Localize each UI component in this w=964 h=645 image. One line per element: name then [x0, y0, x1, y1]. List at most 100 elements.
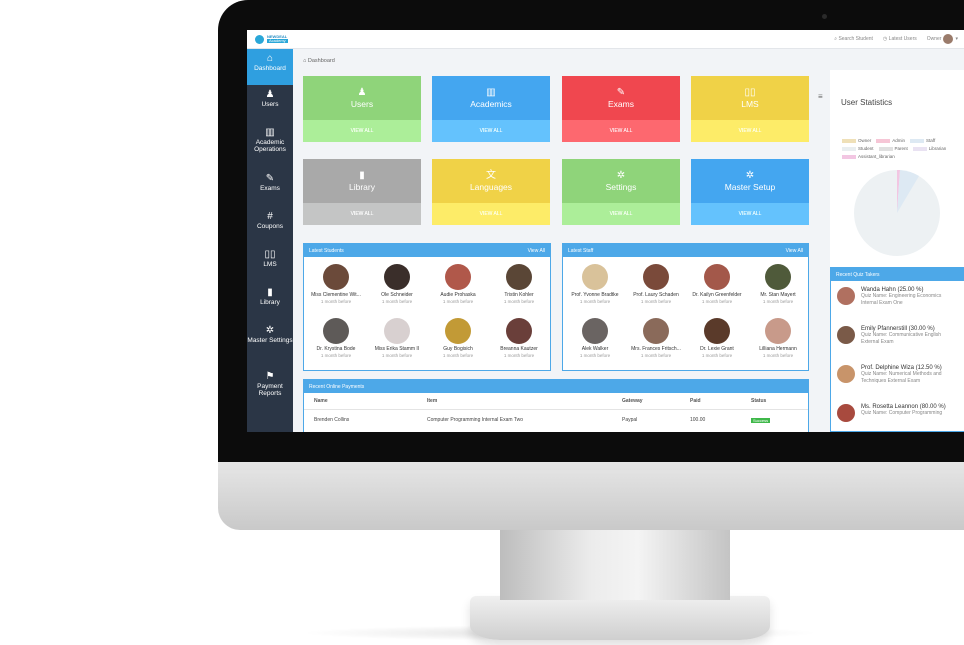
list-item[interactable]: Mr. Stan Mayert 1 month before — [748, 264, 808, 304]
latest-students-view-all[interactable]: View All — [528, 248, 545, 254]
tile-view-all-link[interactable]: VIEW ALL — [691, 120, 809, 142]
tile-view-all-link[interactable]: VIEW ALL — [432, 203, 550, 225]
tile-label: Languages — [469, 182, 513, 192]
person-name: Alek Walker — [581, 346, 609, 352]
quiz-name-line2: Internal Exam One — [861, 300, 903, 306]
tile-library[interactable]: ▮ Library VIEW ALL — [303, 159, 421, 225]
list-item[interactable]: Ms. Rosetta Leannon (80.00 %) Quiz Name: … — [831, 398, 964, 432]
gear-icon: ✲ — [616, 170, 626, 181]
latest-staff-view-all[interactable]: View All — [786, 248, 803, 254]
breadcrumb[interactable]: ⌂ Dashboard — [303, 58, 335, 64]
legend-item[interactable]: Parent — [878, 146, 908, 151]
person-time: 1 month before — [762, 299, 794, 304]
list-item[interactable]: Lilliana Hermann 1 month before — [748, 318, 808, 358]
person-name: Mrs. Frances Fritsch... — [631, 346, 681, 352]
tile-view-all-link[interactable]: VIEW ALL — [562, 203, 680, 225]
gears-icon: ✲ — [745, 170, 755, 181]
sidebar-item-lms[interactable]: ▯▯ LMS — [247, 245, 293, 283]
list-item[interactable]: Guy Bogisich 1 month before — [428, 318, 488, 358]
list-item[interactable]: Audie Prohaska 1 month before — [428, 264, 488, 304]
legend-item[interactable]: Librarian — [912, 146, 946, 151]
sidebar-item-library[interactable]: ▮ Library — [247, 283, 293, 321]
legend-item[interactable]: Student — [842, 146, 874, 151]
tile-settings[interactable]: ✲ Settings VIEW ALL — [562, 159, 680, 225]
tile-label: Exams — [608, 99, 634, 109]
tile-academics[interactable]: ▥ Academics VIEW ALL — [432, 76, 550, 142]
edit-icon: ✎ — [265, 173, 275, 184]
list-item[interactable]: Miss Clementine Wit... 1 month before — [306, 264, 366, 304]
avatar — [323, 264, 349, 290]
sidebar-item-label: Academic Operations — [254, 139, 286, 153]
tile-view-all-link[interactable]: VIEW ALL — [303, 120, 421, 142]
list-item[interactable]: Dr. Lexie Grant 1 month before — [687, 318, 747, 358]
tile-view-all-link[interactable]: VIEW ALL — [562, 120, 680, 142]
avatar — [837, 365, 855, 383]
legend-item[interactable]: Owner — [842, 138, 871, 143]
avatar — [506, 318, 532, 344]
sidebar-item-coupons[interactable]: # Coupons — [247, 207, 293, 245]
legend-swatch — [842, 138, 856, 143]
tile-languages[interactable]: 文 Languages VIEW ALL — [432, 159, 550, 225]
latest-students-title: Latest Students — [309, 247, 344, 254]
tile-lms[interactable]: ▯▯ LMS VIEW ALL — [691, 76, 809, 142]
sidebar-item-master-settings[interactable]: ✲ Master Settings — [247, 321, 293, 367]
sidebar-item-label: Exams — [260, 185, 280, 192]
chevron-down-icon: ▾ — [955, 36, 958, 42]
person-time: 1 month before — [762, 353, 794, 358]
tile-users[interactable]: ♟ Users VIEW ALL — [303, 76, 421, 142]
col-name: Name — [314, 398, 328, 404]
avatar — [837, 326, 855, 344]
menu-icon[interactable]: ≡ — [818, 92, 823, 101]
tile-label: Library — [349, 182, 375, 192]
avatar — [837, 404, 855, 422]
list-item[interactable]: Dr. Kailyn Greenfelder 1 month before — [687, 264, 747, 304]
breadcrumb-label: Dashboard — [307, 58, 335, 64]
tile-view-all-link[interactable]: VIEW ALL — [432, 120, 550, 142]
list-item[interactable]: Breanna Kautzer 1 month before — [489, 318, 549, 358]
person-name: Prof. Yvonne Bradtke — [571, 292, 619, 298]
user-menu[interactable]: Owner ▾ — [927, 34, 958, 44]
list-item[interactable]: Emily Pfannerstill (30.00 %) Quiz Name: C… — [831, 320, 964, 359]
sidebar-item-academic-operations[interactable]: ▥ Academic Operations — [247, 123, 293, 169]
tile-view-all-link[interactable]: VIEW ALL — [303, 203, 421, 225]
avatar — [837, 287, 855, 305]
sidebar-item-payment-reports[interactable]: ⚑ Payment Reports — [247, 367, 293, 405]
list-item[interactable]: Wanda Hahn (25.00 %) Quiz Name: Engineeri… — [831, 281, 964, 320]
list-item[interactable]: Tristin Kohler 1 month before — [489, 264, 549, 304]
sidebar-item-label: Master Settings — [247, 337, 293, 344]
payment-gateway: Paypal — [622, 417, 638, 423]
tile-exams[interactable]: ✎ Exams VIEW ALL — [562, 76, 680, 142]
right-panel: User Statistics Owner Admin Staff Student Pa… — [830, 70, 964, 432]
avatar — [384, 264, 410, 290]
avatar — [384, 318, 410, 344]
tile-master-setup[interactable]: ✲ Master Setup VIEW ALL — [691, 159, 809, 225]
search-student-link[interactable]: ⌕ Search Student — [834, 36, 873, 42]
list-item[interactable]: Alek Walker 1 month before — [565, 318, 625, 358]
legend-item[interactable]: Admin — [876, 138, 905, 143]
list-item[interactable]: Ole Schneider 1 month before — [367, 264, 427, 304]
payment-name: Brenden Collins — [314, 417, 350, 423]
table-row[interactable]: Brenden Collins Computer Programming Int… — [304, 410, 808, 430]
sidebar-item-users[interactable]: ♟ Users — [247, 85, 293, 123]
legend-label: Staff — [926, 138, 936, 143]
sidebar-item-dashboard[interactable]: ⌂ Dashboard — [247, 49, 293, 85]
person-name: Lilliana Hermann — [759, 346, 797, 352]
list-item[interactable]: Prof. Delphine Wiza (12.50 %) Quiz Name: … — [831, 359, 964, 398]
tile-label: Settings — [605, 182, 637, 192]
legend-swatch — [842, 154, 856, 159]
avatar — [704, 318, 730, 344]
logo[interactable]: NEWDEAL Academy — [255, 34, 288, 44]
list-item[interactable]: Miss Erika Stamm II 1 month before — [367, 318, 427, 358]
tile-label: Academics — [470, 99, 512, 109]
list-item[interactable]: Dr. Krystina Bode 1 month before — [306, 318, 366, 358]
sidebar-item-exams[interactable]: ✎ Exams — [247, 169, 293, 207]
quiz-name-line1: Quiz Name: Communicative English — [861, 332, 942, 338]
legend-item[interactable]: Staff — [910, 138, 935, 143]
latest-users-link[interactable]: ◷ Latest Users — [883, 36, 917, 42]
monitor-scene: NEWDEAL Academy ⌕ Search Student ◷ Latest… — [0, 0, 964, 645]
list-item[interactable]: Prof. Yvonne Bradtke 1 month before — [565, 264, 625, 304]
list-item[interactable]: Prof. Laury Schaden 1 month before — [626, 264, 686, 304]
list-item[interactable]: Mrs. Frances Fritsch... 1 month before — [626, 318, 686, 358]
tile-view-all-link[interactable]: VIEW ALL — [691, 203, 809, 225]
legend-item[interactable]: Assistant_librarian — [842, 154, 895, 159]
